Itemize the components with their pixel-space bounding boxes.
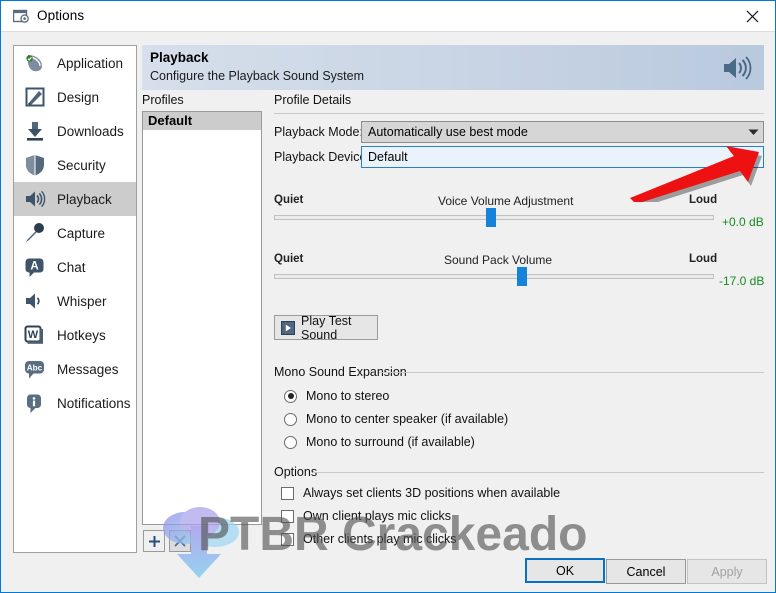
radio-indicator [284, 389, 297, 403]
checkbox-own-client-mic-clicks[interactable]: Own client plays mic clicks [281, 509, 451, 523]
chevron-down-icon[interactable] [743, 147, 763, 167]
radio-indicator [284, 435, 297, 449]
sidebar-item-label: Application [57, 55, 124, 71]
play-icon [281, 320, 295, 335]
play-test-sound-label: Play Test Sound [301, 313, 352, 342]
svg-text:A: A [30, 261, 38, 273]
sidebar-item-label: Design [57, 89, 100, 105]
voice-volume-min-label: Quiet [274, 194, 304, 206]
radio-label: Mono to surround (if available) [306, 435, 475, 449]
page-banner: Playback Configure the Playback Sound Sy… [142, 45, 764, 90]
svg-text:Abc: Abc [27, 364, 43, 373]
sidebar-item-messages[interactable]: Abc Messages [14, 352, 136, 386]
info-bubble-icon [22, 390, 48, 416]
sidebar-item-label: Capture [57, 225, 106, 241]
sidebar-item-security[interactable]: Security [14, 148, 136, 182]
close-icon[interactable] [730, 1, 775, 31]
radio-indicator [284, 412, 297, 426]
settings-sidebar[interactable]: Application Design Downloads Security Pl… [13, 45, 137, 553]
checkbox-label: Own client plays mic clicks [303, 509, 451, 523]
sidebar-item-playback[interactable]: Playback [14, 182, 136, 216]
voice-volume-max-label: Loud [689, 194, 718, 206]
radio-mono-to-surround[interactable]: Mono to surround (if available) [284, 435, 475, 449]
sidebar-item-design[interactable]: Design [14, 80, 136, 114]
checkbox-indicator [281, 486, 294, 500]
sidebar-item-notifications[interactable]: Notifications [14, 386, 136, 420]
radio-label: Mono to stereo [306, 389, 390, 403]
playback-mode-label: Playback Mode: [274, 125, 363, 139]
checkbox-indicator [281, 509, 294, 523]
sidebar-item-downloads[interactable]: Downloads [14, 114, 136, 148]
playback-mode-dropdown[interactable]: Automatically use best mode [361, 121, 764, 143]
speaker-volume-icon [720, 50, 756, 86]
sidebar-item-chat[interactable]: A Chat [14, 250, 136, 284]
checkbox-indicator [281, 532, 294, 546]
page-subtitle: Configure the Playback Sound System [150, 69, 365, 83]
sidebar-item-label: Hotkeys [57, 327, 106, 343]
options-group-divider [313, 472, 764, 473]
window-title: Options [37, 8, 85, 23]
shield-icon [22, 152, 48, 178]
sidebar-item-label: Security [57, 157, 106, 173]
playback-device-dropdown[interactable]: Default [361, 146, 764, 168]
microphone-icon [22, 220, 48, 246]
checkbox-label: Always set clients 3D positions when ava… [303, 486, 561, 500]
design-pencil-icon [22, 84, 48, 110]
profiles-list[interactable]: Default [142, 111, 262, 525]
radio-label: Mono to center speaker (if available) [306, 412, 509, 426]
checkbox-always-set-3d-positions[interactable]: Always set clients 3D positions when ava… [281, 486, 560, 500]
sidebar-item-label: Notifications [57, 395, 131, 411]
title-bar: Options [1, 1, 775, 32]
playback-device-value: Default [368, 150, 408, 164]
whisper-speaker-icon [22, 288, 48, 314]
playback-device-label: Playback Device: [274, 150, 370, 164]
add-profile-button[interactable] [143, 530, 165, 552]
sidebar-item-application[interactable]: Application [14, 46, 136, 80]
page-title: Playback [150, 50, 209, 65]
sidebar-item-label: Whisper [57, 293, 107, 309]
speaker-icon [22, 186, 48, 212]
sidebar-item-whisper[interactable]: Whisper [14, 284, 136, 318]
abc-bubble-icon: Abc [22, 356, 48, 382]
voice-volume-thumb[interactable] [486, 208, 496, 227]
list-item[interactable]: Default [143, 112, 261, 130]
download-icon [22, 118, 48, 144]
playback-mode-value: Automatically use best mode [368, 125, 528, 139]
voice-volume-title: Voice Volume Adjustment [438, 194, 574, 208]
sound-pack-min-label: Quiet [274, 253, 304, 265]
apply-button: Apply [687, 559, 767, 584]
sound-pack-title: Sound Pack Volume [444, 253, 553, 267]
play-test-sound-button[interactable]: Play Test Sound [274, 313, 378, 342]
application-icon [22, 50, 48, 76]
options-dialog: Options Application Design Downloads Sec… [0, 0, 776, 593]
sidebar-item-label: Chat [57, 259, 86, 275]
mono-group-divider [379, 372, 764, 373]
voice-volume-value: +0.0 dB [722, 215, 764, 229]
keyboard-w-icon: W [22, 322, 48, 348]
sound-pack-max-label: Loud [689, 253, 718, 265]
svg-text:W: W [28, 329, 39, 341]
radio-mono-to-center-speaker[interactable]: Mono to center speaker (if available) [284, 412, 508, 426]
sound-pack-track[interactable] [274, 274, 714, 279]
cancel-button[interactable]: Cancel [606, 559, 686, 584]
remove-profile-button[interactable] [169, 530, 191, 552]
sidebar-item-capture[interactable]: Capture [14, 216, 136, 250]
details-divider [274, 113, 764, 114]
sound-pack-value: -17.0 dB [719, 274, 765, 288]
sidebar-item-label: Playback [57, 191, 112, 207]
radio-mono-to-stereo[interactable]: Mono to stereo [284, 389, 389, 403]
ok-button[interactable]: OK [525, 558, 605, 583]
chat-bubble-icon: A [22, 254, 48, 280]
sidebar-item-label: Downloads [57, 123, 124, 139]
checkbox-other-clients-mic-clicks[interactable]: Other clients play mic clicks [281, 532, 457, 546]
sidebar-item-label: Messages [57, 361, 119, 377]
profile-details-section-label: Profile Details [274, 93, 352, 107]
chevron-down-icon [743, 122, 763, 142]
sidebar-item-hotkeys[interactable]: W Hotkeys [14, 318, 136, 352]
profiles-section-label: Profiles [142, 93, 184, 107]
sound-pack-thumb[interactable] [517, 267, 527, 286]
checkbox-label: Other clients play mic clicks [303, 532, 457, 546]
options-window-gear-icon [12, 9, 30, 25]
